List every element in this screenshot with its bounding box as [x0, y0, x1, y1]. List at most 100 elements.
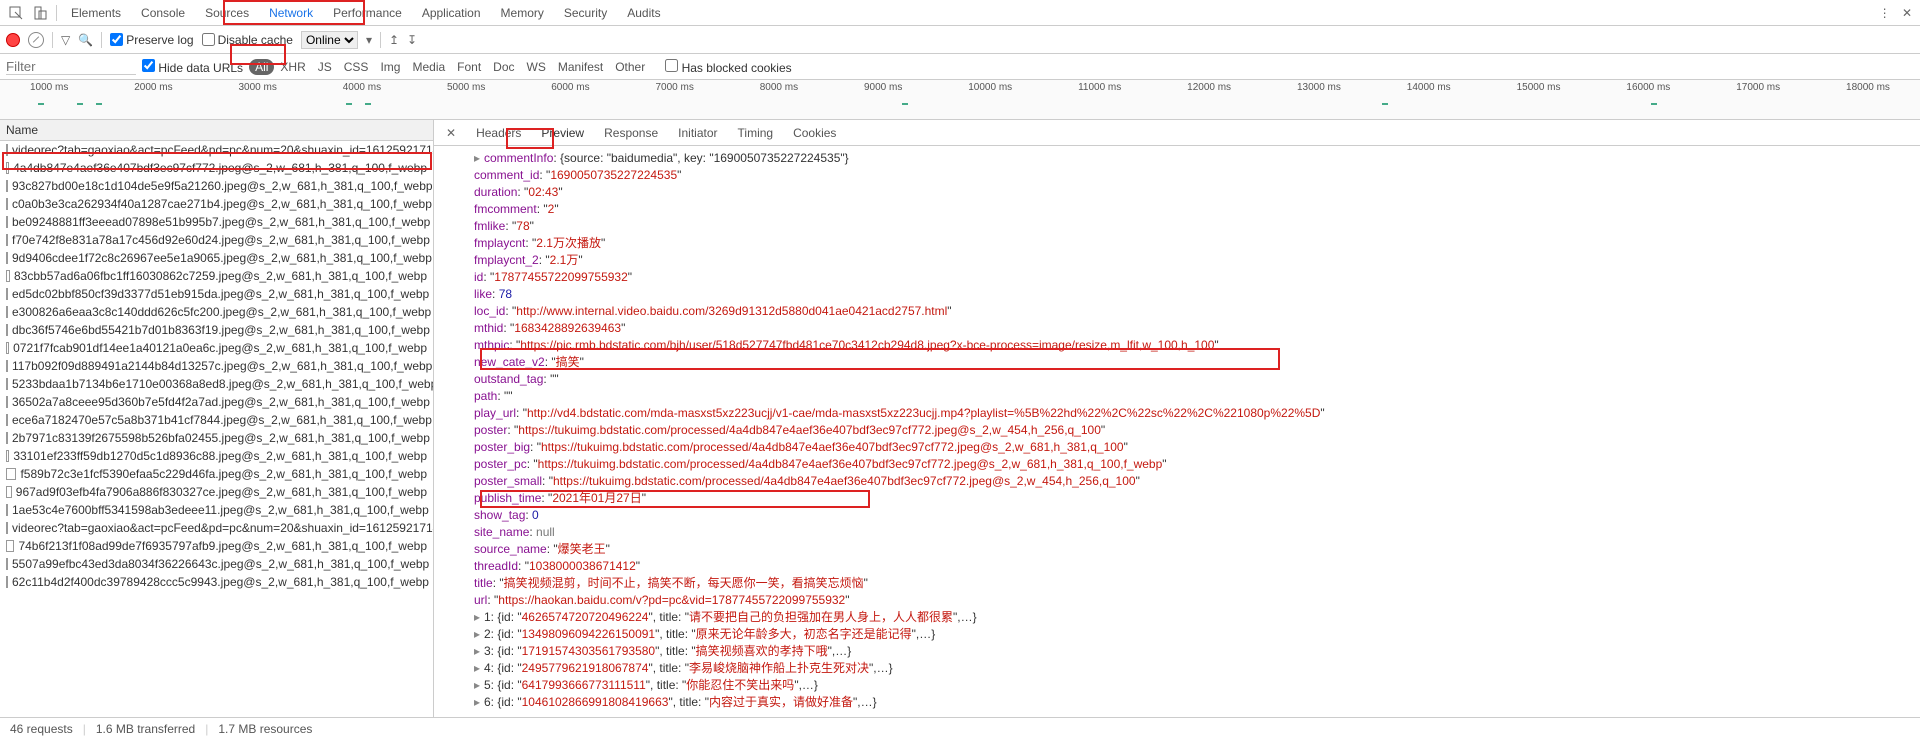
file-icon [6, 270, 10, 282]
request-row[interactable]: 117b092f09d889491a2144b84d13257c.jpeg@s_… [0, 357, 433, 375]
filter-type-media[interactable]: Media [406, 59, 451, 75]
related-item[interactable]: ▸5: {id: "6417993666773111511", title: "… [444, 677, 1910, 694]
throttling-select[interactable]: Online [301, 31, 358, 49]
request-row[interactable]: f70e742f8e831a78a17c456d92e60d24.jpeg@s_… [0, 231, 433, 249]
detail-tab-cookies[interactable]: Cookies [783, 123, 846, 143]
settings-icon[interactable]: ⋮ [1879, 6, 1891, 20]
request-row[interactable]: 62c11b4d2f400dc39789428ccc5c9943.jpeg@s_… [0, 573, 433, 591]
detail-tab-preview[interactable]: Preview [531, 123, 594, 143]
request-row[interactable]: 9d9406cdee1f72c8c26967ee5e1a9065.jpeg@s_… [0, 249, 433, 267]
file-icon [6, 450, 9, 462]
request-row[interactable]: ed5dc02bbf850cf39d3377d51eb915da.jpeg@s_… [0, 285, 433, 303]
filter-type-other[interactable]: Other [609, 59, 651, 75]
tab-memory[interactable]: Memory [491, 2, 554, 24]
tab-network[interactable]: Network [259, 2, 323, 24]
file-icon [6, 288, 8, 300]
close-devtools-icon[interactable]: ✕ [1902, 6, 1912, 20]
request-row[interactable]: 0721f7fcab901df14ee1a40121a0ea6c.jpeg@s_… [0, 339, 433, 357]
request-row[interactable]: 2b7971c83139f2675598b526bfa02455.jpeg@s_… [0, 429, 433, 447]
inspect-icon[interactable] [8, 5, 24, 21]
export-har-icon[interactable]: ↧ [407, 33, 417, 47]
request-row[interactable]: 967ad9f03efb4fa7906a886f830327ce.jpeg@s_… [0, 483, 433, 501]
filter-input[interactable] [6, 59, 136, 75]
record-button[interactable] [6, 33, 20, 47]
filter-type-doc[interactable]: Doc [487, 59, 520, 75]
tab-security[interactable]: Security [554, 2, 617, 24]
filter-row: Hide data URLs AllXHRJSCSSImgMediaFontDo… [0, 54, 1920, 80]
close-details-icon[interactable]: ✕ [438, 126, 464, 140]
filter-type-img[interactable]: Img [374, 59, 406, 75]
request-row[interactable]: 36502a7a8ceee95d360b7e5fd4f2a7ad.jpeg@s_… [0, 393, 433, 411]
request-row[interactable]: ece6a7182470e57c5a8b371b41cf7844.jpeg@s_… [0, 411, 433, 429]
detail-tab-headers[interactable]: Headers [466, 123, 531, 143]
name-column-header[interactable]: Name [0, 120, 433, 141]
search-icon[interactable]: 🔍 [78, 33, 93, 47]
filter-type-all[interactable]: All [249, 59, 274, 75]
timeline[interactable]: 1000 ms2000 ms3000 ms4000 ms5000 ms6000 … [0, 80, 1920, 120]
request-row[interactable]: videorec?tab=gaoxiao&act=pcFeed&pd=pc&nu… [0, 141, 433, 159]
request-row[interactable]: videorec?tab=gaoxiao&act=pcFeed&pd=pc&nu… [0, 519, 433, 537]
request-name: 2b7971c83139f2675598b526bfa02455.jpeg@s_… [12, 431, 430, 445]
detail-tab-response[interactable]: Response [594, 123, 668, 143]
request-row[interactable]: 93c827bd00e18c1d104de5e9f5a21260.jpeg@s_… [0, 177, 433, 195]
timeline-tick: 2000 ms [134, 82, 172, 93]
request-count: 46 requests [10, 722, 73, 736]
filter-type-font[interactable]: Font [451, 59, 487, 75]
filter-type-manifest[interactable]: Manifest [552, 59, 609, 75]
tab-sources[interactable]: Sources [195, 2, 259, 24]
related-item[interactable]: ▸2: {id: "13498096094226150091", title: … [444, 626, 1910, 643]
throttling-config-icon[interactable]: ▾ [366, 33, 372, 47]
request-row[interactable]: 5233bdaa1b7134b6e1710e00368a8ed8.jpeg@s_… [0, 375, 433, 393]
file-icon [6, 198, 8, 210]
request-row[interactable]: 1ae53c4e7600bff5341598ab3edeee11.jpeg@s_… [0, 501, 433, 519]
detail-tab-initiator[interactable]: Initiator [668, 123, 727, 143]
tab-application[interactable]: Application [412, 2, 491, 24]
request-name: 0721f7fcab901df14ee1a40121a0ea6c.jpeg@s_… [13, 341, 427, 355]
tab-console[interactable]: Console [131, 2, 195, 24]
request-name: 4a4db847e4aef36e407bdf3ec97cf772.jpeg@s_… [13, 161, 427, 175]
clear-button[interactable] [28, 32, 44, 48]
timeline-tick: 3000 ms [239, 82, 277, 93]
request-row[interactable]: 74b6f213f1f08ad99de7f6935797afb9.jpeg@s_… [0, 537, 433, 555]
detail-tab-timing[interactable]: Timing [728, 123, 784, 143]
tab-performance[interactable]: Performance [323, 2, 412, 24]
related-item[interactable]: ▸4: {id: "2495779621918067874", title: "… [444, 660, 1910, 677]
tab-audits[interactable]: Audits [617, 2, 670, 24]
timeline-tick: 15000 ms [1517, 82, 1561, 93]
timeline-tick: 10000 ms [968, 82, 1012, 93]
import-har-icon[interactable]: ↥ [389, 33, 399, 47]
request-row[interactable]: dbc36f5746e6bd55421b7d01b8363f19.jpeg@s_… [0, 321, 433, 339]
request-row[interactable]: 5507a99efbc43ed3da8034f36226643c.jpeg@s_… [0, 555, 433, 573]
filter-type-js[interactable]: JS [312, 59, 338, 75]
request-row[interactable]: be09248881ff3eeead07898e51b995b7.jpeg@s_… [0, 213, 433, 231]
request-row[interactable]: 33101ef233ff59db1270d5c1d8936c88.jpeg@s_… [0, 447, 433, 465]
preview-panel[interactable]: ▸commentInfo: {source: "baidumedia", key… [434, 146, 1920, 717]
related-item[interactable]: ▸3: {id: "17191574303561793580", title: … [444, 643, 1910, 660]
file-icon [6, 504, 8, 516]
request-name: be09248881ff3eeead07898e51b995b7.jpeg@s_… [12, 215, 430, 229]
request-name: 74b6f213f1f08ad99de7f6935797afb9.jpeg@s_… [18, 539, 427, 553]
related-item[interactable]: ▸1: {id: "4626574720720496224", title: "… [444, 609, 1910, 626]
request-name: ece6a7182470e57c5a8b371b41cf7844.jpeg@s_… [12, 413, 432, 427]
filter-icon[interactable]: ▽ [61, 33, 70, 47]
hide-data-urls-checkbox[interactable]: Hide data URLs [142, 59, 243, 75]
related-item[interactable]: ▸6: {id: "1046102866991808419663", title… [444, 694, 1910, 711]
tab-elements[interactable]: Elements [61, 2, 131, 24]
request-row[interactable]: c0a0b3e3ca262934f40a1287cae271b4.jpeg@s_… [0, 195, 433, 213]
filter-type-xhr[interactable]: XHR [274, 59, 311, 75]
timeline-tick: 11000 ms [1078, 82, 1121, 93]
file-icon [6, 558, 8, 570]
device-icon[interactable] [32, 5, 48, 21]
has-blocked-cookies-checkbox[interactable]: Has blocked cookies [665, 59, 791, 75]
filter-type-ws[interactable]: WS [521, 59, 552, 75]
request-row[interactable]: 83cbb57ad6a06fbc1ff16030862c7259.jpeg@s_… [0, 267, 433, 285]
file-icon [6, 306, 8, 318]
filter-type-css[interactable]: CSS [338, 59, 375, 75]
file-icon [6, 216, 8, 228]
request-row[interactable]: f589b72c3e1fcf5390efaa5c229d46fa.jpeg@s_… [0, 465, 433, 483]
preserve-log-checkbox[interactable]: Preserve log [110, 33, 193, 47]
file-icon [6, 162, 9, 174]
disable-cache-checkbox[interactable]: Disable cache [202, 33, 293, 47]
request-row[interactable]: 4a4db847e4aef36e407bdf3ec97cf772.jpeg@s_… [0, 159, 433, 177]
request-row[interactable]: e300826a6eaa3c8c140ddd626c5fc200.jpeg@s_… [0, 303, 433, 321]
